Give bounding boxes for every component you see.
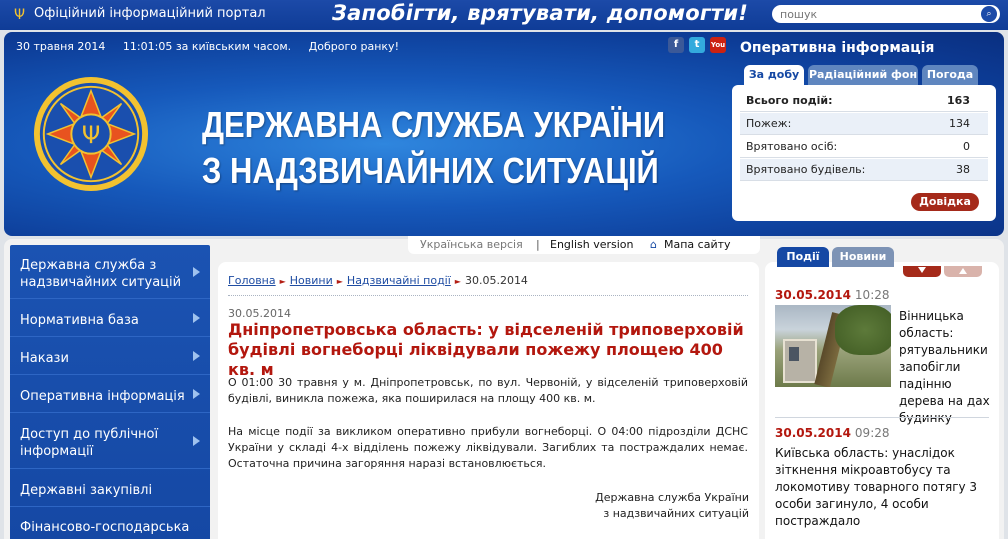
chevron-right-icon bbox=[193, 435, 200, 446]
trident-icon: Ψ bbox=[14, 7, 26, 23]
sidebar-item-public-info[interactable]: Доступ до публічної інформації bbox=[10, 413, 210, 469]
tab-per-day[interactable]: За добу bbox=[744, 65, 804, 85]
dsns-emblem: Ψ bbox=[33, 76, 149, 192]
greeting: Доброго ранку! bbox=[308, 40, 399, 53]
help-button[interactable]: Довідка bbox=[911, 193, 979, 211]
chevron-right-icon bbox=[193, 388, 200, 399]
sidebar-item-operative[interactable]: Оперативна інформація bbox=[10, 375, 210, 413]
search-button[interactable]: ⌕ bbox=[981, 6, 997, 22]
stat-fires: Пожеж: 134 bbox=[740, 113, 988, 135]
scroll-up-button[interactable] bbox=[944, 266, 982, 277]
arrow-up-icon bbox=[959, 268, 967, 274]
svg-text:Ψ: Ψ bbox=[82, 121, 101, 149]
sidebar-item-label: Накази bbox=[20, 351, 69, 366]
chevron-right-icon bbox=[193, 312, 200, 323]
news-item-text[interactable]: Київська область: унаслідок зіткнення мі… bbox=[775, 445, 989, 530]
sidebar-item-finance[interactable]: Фінансово-господарська bbox=[10, 507, 210, 539]
english-version-link[interactable]: English version bbox=[550, 236, 634, 254]
news-item-text[interactable]: Вінницька область: рятувальники запобігл… bbox=[899, 308, 991, 427]
date-line: 30 травня 2014 11:01:05 за київським час… bbox=[16, 40, 413, 53]
title-line-1: ДЕРЖАВНА СЛУЖБА УКРАЇНИ bbox=[202, 104, 666, 145]
tab-events[interactable]: Події bbox=[777, 247, 829, 267]
news-thumbnail[interactable] bbox=[775, 305, 891, 387]
sidebar-item-orders[interactable]: Накази bbox=[10, 337, 210, 375]
ukrainian-version-link[interactable]: Українська версія bbox=[420, 236, 523, 254]
article-date: 30.05.2014 bbox=[228, 307, 291, 320]
portal-label: Офіційний інформаційний портал bbox=[34, 6, 266, 21]
twitter-icon[interactable]: t bbox=[689, 37, 705, 53]
scroll-down-button[interactable] bbox=[903, 266, 941, 277]
breadcrumb-emergencies[interactable]: Надзвичайні події bbox=[347, 274, 451, 287]
youtube-icon[interactable]: You bbox=[710, 37, 726, 53]
breadcrumb-arrow-icon: ► bbox=[454, 277, 461, 286]
sidebar-item-label: Державні закупівлі bbox=[20, 483, 153, 498]
stat-rescued-people: Врятовано осіб: 0 bbox=[740, 136, 988, 158]
breadcrumb-home[interactable]: Головна bbox=[228, 274, 276, 287]
current-time: 11:01:05 за київським часом. bbox=[122, 40, 292, 53]
sidebar-item-regulations[interactable]: Нормативна база bbox=[10, 299, 210, 337]
sitemap-link[interactable]: Мапа сайту bbox=[664, 236, 731, 254]
article-title: Дніпропетровська область: у відселеній т… bbox=[228, 320, 744, 379]
divider bbox=[775, 417, 989, 418]
sidebar-menu: Державна служба з надзвичайних ситуацій … bbox=[10, 245, 210, 539]
breadcrumb: Головна ► Новини ► Надзвичайні події ► 30.05.2… bbox=[228, 274, 528, 287]
title-line-2: З НАДЗВИЧАЙНИХ СИТУАЦІЙ bbox=[202, 150, 659, 191]
header-banner: 30 травня 2014 11:01:05 за київським час… bbox=[4, 32, 1004, 236]
chevron-right-icon bbox=[193, 350, 200, 361]
breadcrumb-news[interactable]: Новини bbox=[290, 274, 333, 287]
slogan: Запобігти, врятувати, допомогти! bbox=[332, 1, 749, 25]
top-bar: Ψ Офіційний інформаційний портал Запобіг… bbox=[0, 0, 1008, 30]
sidebar-item-procurement[interactable]: Державні закупівлі bbox=[10, 469, 210, 507]
search-input[interactable] bbox=[772, 5, 1000, 23]
sidebar-item-label: Оперативна інформація bbox=[20, 389, 185, 404]
news-date: 30.05.2014 10:28 bbox=[775, 288, 890, 302]
facebook-icon[interactable]: f bbox=[668, 37, 684, 53]
divider bbox=[228, 295, 748, 296]
page-title: ДЕРЖАВНА СЛУЖБА УКРАЇНИ З НАДЗВИЧАЙНИХ С… bbox=[202, 102, 666, 194]
article: Головна ► Новини ► Надзвичайні події ► 30.05.2… bbox=[218, 262, 759, 539]
stat-total: Всього подій: 163 bbox=[740, 90, 988, 112]
language-bar: Українська версія | English version ⌂ Ма… bbox=[408, 236, 760, 254]
search-icon: ⌕ bbox=[986, 9, 992, 19]
tab-news[interactable]: Новини bbox=[832, 247, 894, 267]
sidebar-item-label: Нормативна база bbox=[20, 313, 139, 328]
sitemap-icon: ⌂ bbox=[650, 238, 657, 251]
article-paragraph-2: На місце події за викликом оперативно пр… bbox=[228, 425, 748, 470]
chevron-right-icon bbox=[193, 266, 200, 277]
sidebar-item-label: Фінансово-господарська bbox=[20, 520, 190, 535]
breadcrumb-arrow-icon: ► bbox=[279, 277, 286, 286]
breadcrumb-current: 30.05.2014 bbox=[464, 274, 528, 287]
news-date: 30.05.2014 09:28 bbox=[775, 426, 890, 440]
sidebar-item-label: Доступ до публічної інформації bbox=[20, 427, 159, 459]
sidebar-item-label: Державна служба з надзвичайних ситуацій bbox=[20, 258, 182, 290]
article-paragraph-1: О 01:00 30 травня у м. Дніпропетровськ, … bbox=[228, 376, 748, 405]
arrow-down-icon bbox=[918, 267, 926, 273]
lang-separator: | bbox=[536, 238, 540, 251]
tab-weather[interactable]: Погода bbox=[922, 65, 978, 85]
operative-title: Оперативна інформація bbox=[740, 40, 935, 56]
current-date: 30 травня 2014 bbox=[16, 40, 106, 53]
tab-radiation[interactable]: Радіаційний фон bbox=[808, 65, 918, 85]
breadcrumb-arrow-icon: ► bbox=[336, 277, 343, 286]
sidebar-item-service[interactable]: Державна служба з надзвичайних ситуацій bbox=[10, 245, 210, 299]
article-signature: Державна служба України з надзвичайних с… bbox=[595, 491, 749, 520]
stat-rescued-buildings: Врятовано будівель: 38 bbox=[740, 159, 988, 181]
